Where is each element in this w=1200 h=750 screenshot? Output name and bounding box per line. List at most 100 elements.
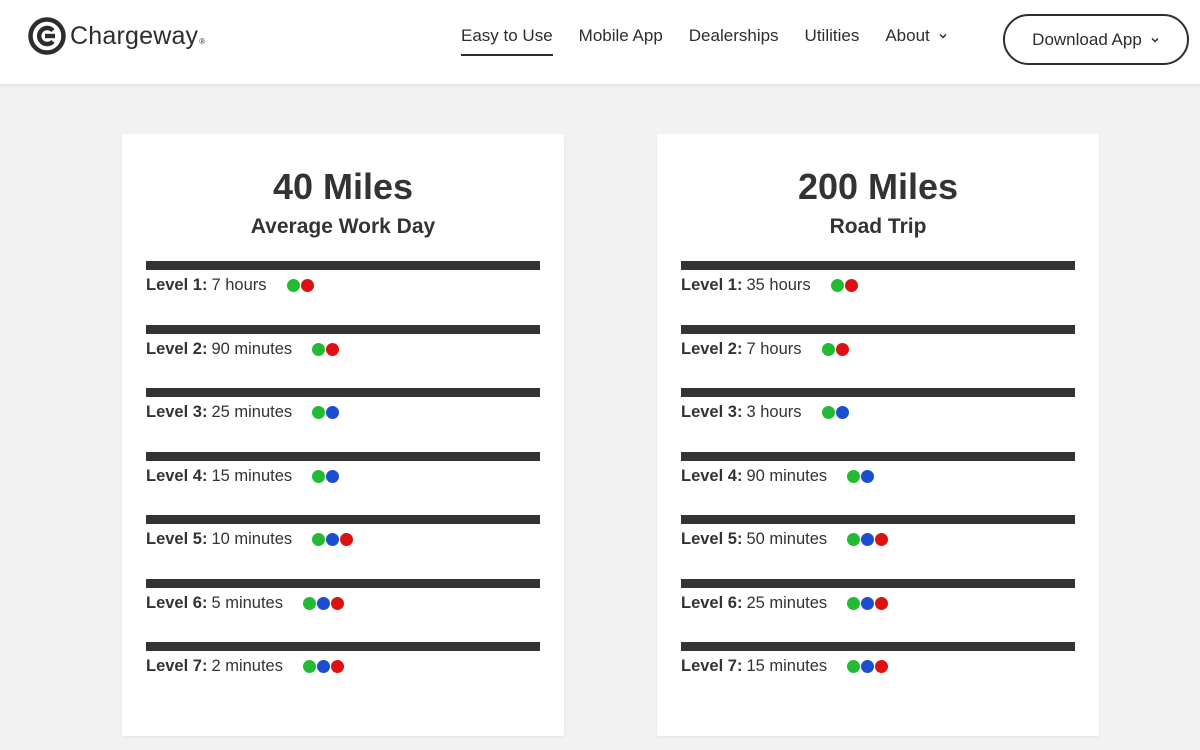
card-title: 40 Miles (272, 166, 414, 207)
connector-dots (312, 342, 340, 356)
green-connector-dot-icon (303, 660, 316, 673)
card-subtitle: Average Work Day (250, 215, 436, 238)
green-connector-dot-icon (847, 596, 861, 610)
level-text: Level 5: 50 minutes (681, 530, 889, 549)
level-row: Level 4: 15 minutes (146, 451, 540, 516)
main-nav: Easy to Use Mobile App Dealerships Utilitie… (461, 26, 974, 56)
green-connector-dot-icon (830, 279, 844, 292)
level-text: Level 4: 90 minutes (681, 467, 875, 486)
red-connector-dot-icon (844, 279, 858, 292)
level-row: Level 1: 7 hours (146, 261, 540, 325)
blue-connector-dot-icon (835, 406, 849, 419)
level-text: Level 2: 7 hours (681, 340, 850, 359)
blue-connector-dot-icon (861, 533, 875, 546)
level-label: Level 2: (681, 339, 743, 358)
level-text: Level 5: 10 minutes (146, 530, 354, 549)
connector-dots (821, 406, 850, 419)
connector-dots (830, 279, 859, 292)
connector-dots (312, 469, 340, 483)
red-connector-dot-icon (835, 342, 849, 356)
red-connector-dot-icon (340, 533, 354, 546)
trademark-symbol: ® (199, 37, 206, 46)
level-label: Level 3: (146, 403, 208, 421)
red-connector-dot-icon (875, 533, 889, 546)
nav-item-about[interactable]: About (885, 26, 947, 52)
levels-list: Level 1: 35 hours Level 2: 7 hours Level 3: 3… (681, 261, 1075, 706)
level-label: Level 6: (146, 593, 208, 612)
level-row: Level 6: 25 minutes (681, 578, 1075, 643)
level-time: 15 minutes (746, 657, 828, 675)
level-row: Level 3: 3 hours (681, 388, 1075, 452)
level-divider-bar (681, 324, 1075, 334)
card-subtitle: Road Trip (829, 215, 927, 238)
level-time: 7 hours (746, 339, 802, 358)
nav-item-mobile-app[interactable]: Mobile App (579, 26, 663, 52)
level-text: Level 1: 7 hours (146, 276, 315, 295)
nav-item-dealerships[interactable]: Dealerships (689, 26, 779, 52)
level-row: Level 1: 35 hours (681, 261, 1075, 325)
blue-connector-dot-icon (317, 660, 330, 673)
level-time: 2 minutes (211, 657, 283, 675)
green-connector-dot-icon (312, 342, 326, 356)
blue-connector-dot-icon (326, 533, 340, 546)
level-time: 50 minutes (746, 530, 828, 548)
connector-dots (312, 406, 340, 419)
connector-dots (303, 660, 345, 673)
level-text: Level 1: 35 hours (681, 276, 859, 295)
blue-connector-dot-icon (326, 469, 340, 483)
level-label: Level 5: (146, 530, 208, 548)
download-app-label: Download App (1032, 29, 1142, 49)
green-connector-dot-icon (312, 406, 326, 419)
chevron-down-icon (1151, 37, 1159, 43)
level-divider-bar (681, 515, 1075, 524)
level-row: Level 7: 15 minutes (681, 642, 1075, 706)
chargeway-logo[interactable]: Chargeway ® (28, 16, 205, 56)
green-connector-dot-icon (303, 596, 316, 610)
green-connector-dot-icon (847, 469, 861, 483)
green-connector-dot-icon (312, 469, 326, 483)
connector-dots (303, 596, 345, 610)
nav-item-label: About (885, 26, 930, 45)
blue-connector-dot-icon (861, 596, 875, 610)
level-time: 90 minutes (211, 339, 293, 358)
chargeway-logo-icon (28, 17, 66, 55)
level-divider-bar (681, 578, 1075, 588)
download-app-button[interactable]: Download App (1003, 14, 1189, 65)
level-time: 10 minutes (211, 530, 293, 548)
blue-connector-dot-icon (326, 406, 340, 419)
level-label: Level 1: (146, 276, 208, 294)
brand-name: Chargeway (70, 21, 199, 50)
level-divider-bar (681, 388, 1075, 397)
card-work-day: 40 Miles Average Work Day Level 1: 7 hour… (122, 134, 564, 736)
level-time: 90 minutes (746, 466, 828, 485)
red-connector-dot-icon (300, 279, 314, 292)
nav-item-easy-to-use[interactable]: Easy to Use (461, 26, 553, 56)
level-divider-bar (146, 324, 540, 334)
level-row: Level 2: 7 hours (681, 324, 1075, 389)
level-text: Level 7: 2 minutes (146, 657, 345, 676)
level-row: Level 5: 10 minutes (146, 515, 540, 579)
level-label: Level 6: (681, 593, 743, 612)
level-time: 25 minutes (746, 593, 828, 612)
green-connector-dot-icon (286, 279, 300, 292)
level-text: Level 6: 5 minutes (146, 594, 345, 613)
level-time: 7 hours (211, 276, 267, 294)
blue-connector-dot-icon (861, 469, 875, 483)
nav-item-utilities[interactable]: Utilities (805, 26, 860, 52)
level-label: Level 5: (681, 530, 743, 548)
level-time: 15 minutes (211, 466, 293, 485)
level-row: Level 7: 2 minutes (146, 642, 540, 706)
level-row: Level 3: 25 minutes (146, 388, 540, 452)
level-divider-bar (146, 578, 540, 588)
level-divider-bar (146, 388, 540, 397)
level-row: Level 6: 5 minutes (146, 578, 540, 643)
blue-connector-dot-icon (317, 596, 330, 610)
red-connector-dot-icon (331, 596, 344, 610)
connector-dots (847, 533, 889, 546)
card-title: 200 Miles (797, 166, 959, 207)
connector-dots (847, 469, 875, 483)
green-connector-dot-icon (821, 342, 835, 356)
levels-list: Level 1: 7 hours Level 2: 90 minutes Level 3… (146, 261, 540, 706)
level-text: Level 3: 25 minutes (146, 403, 340, 422)
level-divider-bar (146, 261, 540, 270)
